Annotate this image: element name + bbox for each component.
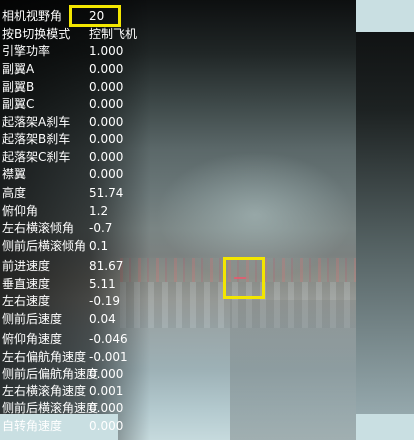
hud-value: 0.000 [89,132,124,146]
scene-right-edge [356,0,414,440]
hud-row: 左右横滚角速度 0.001 [0,383,130,400]
hud-row: 俯仰角速度 -0.046 [0,331,130,348]
corner-panel-bottom-right [356,414,414,440]
hud-value: 0.000 [89,62,124,76]
hud-value: -0.19 [89,294,121,308]
hud-row: 左右速度 -0.19 [0,293,130,310]
hud-row: 俯仰角 1.2 [0,203,130,220]
hud-label: 垂直速度 [2,277,51,291]
hud-row: 前进速度 81.67 [0,258,130,275]
hud-value: 0.000 [89,367,124,381]
hud-row-mode: 按B切换模式 控制飞机 [0,26,137,43]
hud-value: 0.000 [89,167,124,181]
hud-label: 侧前后速度 [2,312,63,326]
hud-value: -0.001 [89,350,128,364]
hud-row: 副翼B 0.000 [0,79,130,96]
hud-value: 0.000 [89,115,124,129]
hud-value: 0.000 [89,80,124,94]
hud-label: 高度 [2,186,27,200]
hud-row: 侧前后横滚角速度 0.000 [0,400,130,417]
hud-value: 0.1 [89,239,109,253]
hud-label: 襟翼 [2,167,27,181]
hud-row: 垂直速度 5.11 [0,276,130,293]
hud-value: 1.2 [89,204,109,218]
hud-value: -0.046 [89,332,128,346]
hud-row: 起落架B刹车 0.000 [0,131,130,148]
hud-label: 起落架B刹车 [2,132,71,146]
hud-value: 0.001 [89,384,124,398]
hud-row: 襟翼 0.000 [0,166,130,183]
hud-row: 左右横滚倾角 -0.7 [0,220,130,237]
hud-value: 51.74 [89,186,124,200]
hud-value: 81.67 [89,259,124,273]
hud-label: 相机视野角 [2,9,63,23]
hud-row: 侧前后横滚倾角 0.1 [0,238,130,255]
hud-value: 0.000 [89,419,124,433]
hud-label: 引擎功率 [2,44,51,58]
hud-label: 俯仰角速度 [2,332,63,346]
hud-label: 起落架A刹车 [2,115,71,129]
hud-value: 0.000 [89,150,124,164]
ground-shadow [230,300,356,440]
hud-label: 副翼B [2,80,35,94]
hud-label: 侧前后横滚角速度 [2,401,99,415]
hud-value: 0.000 [89,97,124,111]
crosshair-highlight [223,257,265,299]
hud-label: 按B切换模式 [2,27,71,41]
hud-row: 高度 51.74 [0,185,130,202]
hud-value: -0.7 [89,221,113,235]
hud-value: 0.04 [89,312,116,326]
hud-row: 左右偏航角速度 -0.001 [0,349,130,366]
hud-label: 副翼C [2,97,35,111]
hud-label: 侧前后横滚倾角 [2,239,87,253]
hud-label: 左右速度 [2,294,51,308]
hud-row: 侧前后速度 0.04 [0,311,130,328]
hud-label: 前进速度 [2,259,51,273]
hud-row: 引擎功率 1.000 [0,43,130,60]
hud-label: 左右横滚角速度 [2,384,87,398]
fov-highlight [69,5,121,27]
hud-label: 起落架C刹车 [2,150,71,164]
hud-label: 左右偏航角速度 [2,350,87,364]
hud-row: 副翼C 0.000 [0,96,130,113]
hud-value: 5.11 [89,277,116,291]
hud-label: 副翼A [2,62,35,76]
hud-label: 自转角速度 [2,419,63,433]
hud-label: 俯仰角 [2,204,39,218]
hud-label: 左右横滚倾角 [2,221,75,235]
hud-row: 侧前后偏航角速度 0.000 [0,366,130,383]
hud-row: 起落架A刹车 0.000 [0,114,130,131]
hud-value: 1.000 [89,44,124,58]
corner-panel-top-right [356,0,414,32]
hud-row: 副翼A 0.000 [0,61,130,78]
hud-label: 侧前后偏航角速度 [2,367,99,381]
hud-value: 控制飞机 [89,27,138,41]
hud-value: 0.000 [89,401,124,415]
hud-row: 起落架C刹车 0.000 [0,149,130,166]
hud-row: 自转角速度 0.000 [0,418,130,435]
